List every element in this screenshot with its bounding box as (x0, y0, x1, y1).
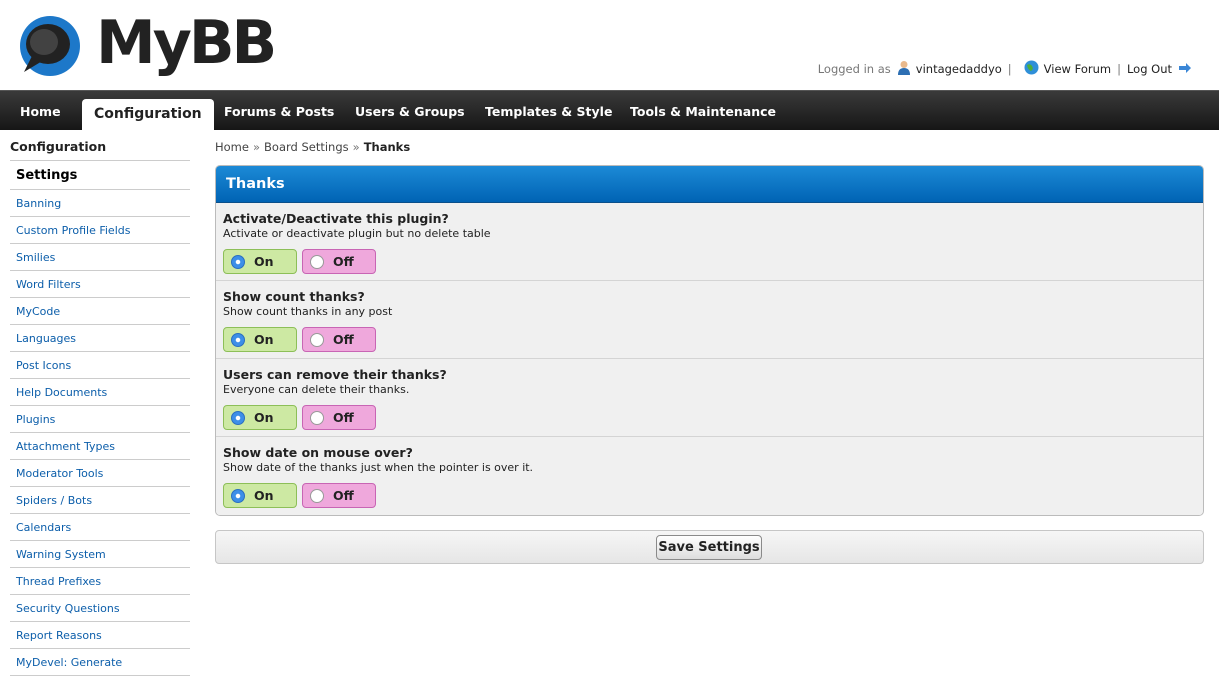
off-label: Off (333, 410, 354, 425)
setting-title: Show count thanks? (223, 289, 365, 304)
off-option[interactable]: Off (302, 405, 376, 430)
username-link[interactable]: vintagedaddyo (916, 62, 1002, 76)
radio-unchecked-icon[interactable] (310, 254, 324, 269)
radio-checked-icon[interactable] (231, 332, 245, 347)
settings-panel: Thanks Activate/Deactivate this plugin? … (215, 165, 1204, 516)
breadcrumb: Home» Board Settings» Thanks (215, 140, 410, 154)
view-forum-link[interactable]: View Forum (1044, 62, 1111, 76)
sidebar-item-spiders-bots[interactable]: Spiders / Bots (10, 487, 190, 514)
breadcrumb-separator: » (252, 140, 261, 154)
logo-wordmark: MyBB (96, 8, 277, 78)
setting-row-show-count: Show count thanks? Show count thanks in … (216, 281, 1203, 359)
breadcrumb-board-settings[interactable]: Board Settings (264, 140, 349, 154)
breadcrumb-current: Thanks (363, 140, 411, 154)
sidebar-item-mydevel-generate[interactable]: MyDevel: Generate (10, 649, 190, 676)
setting-row-remove-thanks: Users can remove their thanks? Everyone … (216, 359, 1203, 437)
sidebar-item-thread-prefixes[interactable]: Thread Prefixes (10, 568, 190, 595)
on-label: On (254, 254, 274, 269)
save-bar: Save Settings (215, 530, 1204, 564)
off-option[interactable]: Off (302, 327, 376, 352)
globe-icon (1024, 60, 1039, 78)
nav-users-groups[interactable]: Users & Groups (355, 91, 465, 131)
save-settings-button[interactable]: Save Settings (656, 535, 762, 560)
log-out-link[interactable]: Log Out (1127, 62, 1172, 76)
speech-bubbles-icon (20, 16, 80, 76)
sidebar-item-help-documents[interactable]: Help Documents (10, 379, 190, 406)
sidebar: Configuration Settings Banning Custom Pr… (10, 138, 190, 676)
sidebar-item-mycode[interactable]: MyCode (10, 298, 190, 325)
sidebar-item-calendars[interactable]: Calendars (10, 514, 190, 541)
setting-description: Activate or deactivate plugin but no del… (223, 227, 491, 240)
breadcrumb-home[interactable]: Home (215, 140, 249, 154)
setting-description: Show count thanks in any post (223, 305, 393, 318)
on-option[interactable]: On (223, 483, 297, 508)
sidebar-item-smilies[interactable]: Smilies (10, 244, 190, 271)
separator: | (1117, 62, 1121, 76)
separator: | (1007, 62, 1012, 76)
on-label: On (254, 410, 274, 425)
setting-title: Activate/Deactivate this plugin? (223, 211, 449, 226)
radio-unchecked-icon[interactable] (310, 410, 324, 425)
on-label: On (254, 488, 274, 503)
setting-description: Show date of the thanks just when the po… (223, 461, 534, 474)
setting-row-show-date: Show date on mouse over? Show date of th… (216, 437, 1203, 515)
radio-checked-icon[interactable] (231, 488, 245, 503)
sidebar-item-word-filters[interactable]: Word Filters (10, 271, 190, 298)
header: MyBB Logged in as vintagedaddyo | View F… (0, 0, 1219, 90)
nav-templates-style[interactable]: Templates & Style (485, 91, 612, 131)
toggle-group: On Off (223, 327, 381, 352)
sidebar-item-post-icons[interactable]: Post Icons (10, 352, 190, 379)
on-label: On (254, 332, 274, 347)
sidebar-item-settings[interactable]: Settings (10, 161, 190, 190)
setting-description: Everyone can delete their thanks. (223, 383, 410, 396)
setting-row-activate-plugin: Activate/Deactivate this plugin? Activat… (216, 203, 1203, 281)
toggle-group: On Off (223, 249, 381, 274)
panel-title: Thanks (216, 166, 1203, 203)
on-option[interactable]: On (223, 327, 297, 352)
radio-unchecked-icon[interactable] (310, 332, 324, 347)
logged-in-label: Logged in as (817, 62, 891, 76)
radio-checked-icon[interactable] (231, 410, 245, 425)
setting-title: Users can remove their thanks? (223, 367, 447, 382)
toggle-group: On Off (223, 405, 381, 430)
user-bar: Logged in as vintagedaddyo | View Forum … (818, 60, 1197, 78)
sidebar-item-custom-profile-fields[interactable]: Custom Profile Fields (10, 217, 190, 244)
off-label: Off (333, 332, 354, 347)
toggle-group: On Off (223, 483, 381, 508)
arrow-right-icon (1178, 62, 1192, 77)
nav-configuration[interactable]: Configuration (82, 99, 214, 132)
nav-forums-posts[interactable]: Forums & Posts (224, 91, 334, 131)
sidebar-item-report-reasons[interactable]: Report Reasons (10, 622, 190, 649)
off-option[interactable]: Off (302, 249, 376, 274)
sidebar-item-moderator-tools[interactable]: Moderator Tools (10, 460, 190, 487)
sidebar-item-languages[interactable]: Languages (10, 325, 190, 352)
off-label: Off (333, 254, 354, 269)
sidebar-item-warning-system[interactable]: Warning System (10, 541, 190, 568)
breadcrumb-separator: » (352, 140, 360, 154)
on-option[interactable]: On (223, 249, 297, 274)
sidebar-item-plugins[interactable]: Plugins (10, 406, 190, 433)
nav-home[interactable]: Home (20, 91, 61, 131)
sidebar-item-attachment-types[interactable]: Attachment Types (10, 433, 190, 460)
radio-checked-icon[interactable] (231, 254, 245, 269)
off-label: Off (333, 488, 354, 503)
setting-title: Show date on mouse over? (223, 445, 413, 460)
main-nav: Home Configuration Forums & Posts Users … (0, 90, 1219, 132)
on-option[interactable]: On (223, 405, 297, 430)
sidebar-item-security-questions[interactable]: Security Questions (10, 595, 190, 622)
nav-tools-maintenance[interactable]: Tools & Maintenance (630, 91, 776, 131)
radio-unchecked-icon[interactable] (310, 488, 324, 503)
mybb-logo[interactable]: MyBB (14, 6, 277, 84)
sidebar-title: Configuration (10, 138, 190, 161)
user-icon (897, 60, 911, 78)
off-option[interactable]: Off (302, 483, 376, 508)
sidebar-item-banning[interactable]: Banning (10, 190, 190, 217)
